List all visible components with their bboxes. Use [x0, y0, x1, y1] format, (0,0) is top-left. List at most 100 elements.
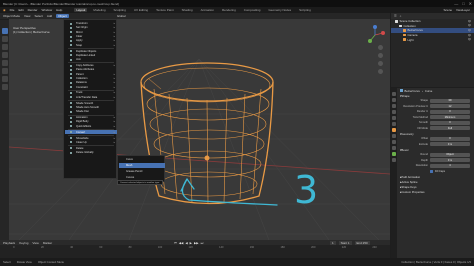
visibility-eye-icon[interactable]: 👁 — [468, 34, 471, 37]
physics-tab-icon[interactable] — [392, 140, 396, 144]
menu-file[interactable]: File — [10, 8, 15, 12]
tool-tab-icon[interactable] — [392, 92, 396, 96]
annotate-tool-icon[interactable] — [1, 76, 8, 82]
object-menu-item-clean-up[interactable]: Clean Up ▸ — [65, 140, 117, 144]
property-field-resolution[interactable]: 4 — [430, 163, 470, 168]
curve-data-tab-icon[interactable] — [392, 152, 396, 156]
viewport-menu-add[interactable]: Add — [47, 14, 52, 18]
navigation-gizmo[interactable] — [364, 24, 386, 46]
property-field-twist-method[interactable]: Minimum — [430, 115, 470, 120]
workspace-tab-animation[interactable]: Animation — [199, 8, 216, 12]
object-menu-item-quick-effects[interactable]: Quick Effects ▸ — [65, 124, 117, 128]
property-field-round[interactable]: Object — [430, 152, 470, 157]
convert-option-mesh[interactable]: Mesh — [119, 163, 165, 168]
timeline-menu-marker[interactable]: Marker — [43, 241, 52, 245]
visibility-eye-icon[interactable]: 👁 — [468, 20, 471, 23]
property-field-shape[interactable]: 3D — [430, 98, 470, 103]
jump-keyframe-forward-button[interactable]: ▶▶ — [194, 241, 199, 245]
outliner-search-icon[interactable]: ⌕ — [400, 14, 402, 18]
maximize-button[interactable]: □ — [462, 1, 464, 6]
camera-view-icon[interactable] — [378, 61, 383, 66]
property-field-extrude[interactable]: 0 m — [430, 142, 470, 147]
view-layer-selector[interactable]: ViewLayer — [456, 8, 470, 12]
scene-selector[interactable]: Scene — [444, 8, 453, 12]
timeline-menu-view[interactable]: View — [32, 241, 38, 245]
start-frame-field[interactable]: Start 1 — [338, 240, 352, 245]
viewport-menu-view[interactable]: View — [24, 14, 30, 18]
workspace-tab-geometry-nodes[interactable]: Geometry Nodes — [266, 8, 293, 12]
visibility-eye-icon[interactable]: 👁 — [468, 38, 471, 41]
visibility-eye-icon[interactable]: 👁 — [468, 29, 471, 32]
cursor-tool-icon[interactable] — [1, 36, 8, 42]
viewport-menu-select[interactable]: Select — [34, 14, 42, 18]
property-field-depth[interactable]: 0 m — [430, 158, 470, 163]
workspace-tab-compositing[interactable]: Compositing — [242, 8, 263, 12]
viewport-menu-object[interactable]: Object — [56, 14, 69, 18]
object-menu-item-join[interactable]: Join — [65, 58, 117, 62]
current-frame-field[interactable]: 1 — [330, 240, 336, 245]
world-tab-icon[interactable] — [392, 122, 396, 126]
measure-tool-icon[interactable] — [1, 84, 8, 90]
select-box-tool-icon[interactable] — [1, 28, 8, 34]
property-field-offset[interactable]: 0 — [430, 136, 470, 141]
output-tab-icon[interactable] — [392, 104, 396, 108]
fill-caps-checkbox[interactable] — [430, 169, 433, 173]
jump-start-button[interactable]: ⏮ — [174, 241, 177, 245]
panel-header-custom-properties[interactable]: ▸ Custom Properties — [398, 189, 474, 194]
convert-option-curve[interactable]: Curve — [119, 157, 165, 162]
workspace-tab-modeling[interactable]: Modeling — [91, 8, 107, 12]
convert-option-grease-pencil[interactable]: Grease Pencil — [119, 169, 165, 174]
outliner-display-mode-icon[interactable]: ☰ — [394, 14, 397, 18]
jump-keyframe-back-button[interactable]: ◀◀ — [179, 241, 184, 245]
rotate-tool-icon[interactable] — [1, 52, 8, 58]
transform-orientation-dropdown[interactable]: Global — [117, 14, 126, 18]
property-field-fill-mode[interactable]: Full — [430, 126, 470, 131]
menu-edit[interactable]: Edit — [18, 8, 23, 12]
convert-option-curves[interactable]: Curves — [119, 175, 165, 180]
object-menu-item-shade-flat[interactable]: Shade Flat — [65, 110, 117, 114]
object-menu-item-snap[interactable]: Snap ▸ — [65, 43, 117, 47]
timeline-menu-keying[interactable]: Keying — [19, 241, 28, 245]
property-field-render-u[interactable]: 0 — [430, 109, 470, 114]
scale-tool-icon[interactable] — [1, 60, 8, 66]
render-tab-icon[interactable] — [392, 98, 396, 102]
blender-logo-icon[interactable]: ◉ — [3, 8, 6, 12]
workspace-tab-scripting[interactable]: Scripting — [297, 8, 313, 12]
close-button[interactable]: ✕ — [469, 1, 472, 6]
property-field-smooth[interactable]: 0 — [430, 120, 470, 125]
workspace-tab-texture-paint[interactable]: Texture Paint — [154, 8, 176, 12]
mode-dropdown[interactable]: Object Mode — [3, 14, 20, 18]
menu-window[interactable]: Window — [41, 8, 52, 12]
material-tab-icon[interactable] — [392, 158, 396, 162]
jump-end-button[interactable]: ⏭ — [201, 241, 204, 245]
workspace-tab-sculpting[interactable]: Sculpting — [112, 8, 128, 12]
menu-help[interactable]: Help — [56, 8, 62, 12]
workspace-tab-layout[interactable]: Layout — [74, 8, 88, 12]
visibility-eye-icon[interactable]: 👁 — [468, 24, 471, 27]
property-field-resolution-preview-u[interactable]: 12 — [430, 104, 470, 109]
timeline-menu-playback[interactable]: Playback — [3, 241, 15, 245]
object-origin[interactable] — [204, 155, 210, 161]
outliner-row-light[interactable]: Light 👁 — [391, 37, 474, 42]
play-button[interactable]: ▶ — [190, 241, 192, 245]
workspace-tab-rendering[interactable]: Rendering — [220, 8, 238, 12]
minimize-button[interactable]: — — [454, 1, 458, 6]
end-frame-field[interactable]: End 250 — [354, 240, 370, 245]
object-menu-item-constraint[interactable]: Constraint ▸ — [65, 85, 117, 89]
perspective-toggle-icon[interactable] — [378, 69, 383, 74]
view-layer-tab-icon[interactable] — [392, 110, 396, 114]
object-menu-item-convert[interactable]: Convert ▸ — [65, 130, 117, 135]
workspace-tab-uv-editing[interactable]: UV Editing — [132, 8, 150, 12]
object-menu-item-delete-globally[interactable]: Delete Globally — [65, 150, 117, 154]
zoom-icon[interactable] — [378, 45, 383, 50]
scene-tab-icon[interactable] — [392, 116, 396, 120]
modifier-tab-icon[interactable] — [392, 134, 396, 138]
workspace-tab-shading[interactable]: Shading — [180, 8, 195, 12]
object-tab-icon[interactable] — [392, 128, 396, 132]
object-menu-item-link-transfer-data[interactable]: Link/Transfer Data ▸ — [65, 95, 117, 99]
pan-hand-icon[interactable] — [378, 53, 383, 58]
move-tool-icon[interactable] — [1, 44, 8, 50]
constraint-tab-icon[interactable] — [392, 146, 396, 150]
menu-render[interactable]: Render — [28, 8, 38, 12]
transform-tool-icon[interactable] — [1, 68, 8, 74]
